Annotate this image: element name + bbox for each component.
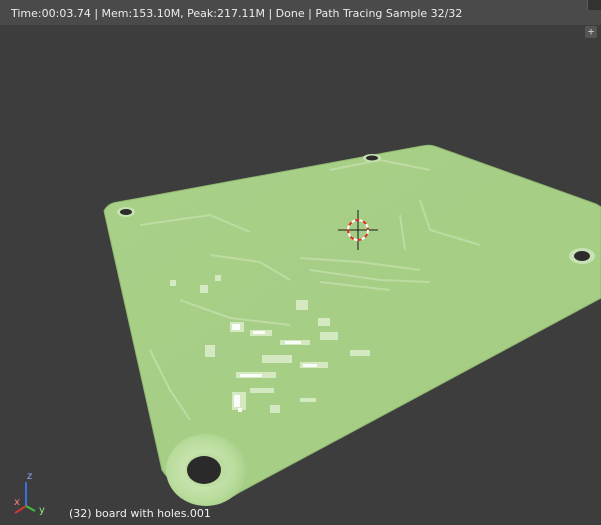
active-object-label: (32) board with holes.001 bbox=[69, 507, 211, 520]
axis-gizmo-icon: z x y bbox=[14, 471, 45, 516]
3d-viewport[interactable]: Time:00:03.74 | Mem:153.10M, Peak:217.11… bbox=[0, 0, 601, 525]
render-scene bbox=[103, 144, 601, 506]
mounting-hole-top-left bbox=[117, 207, 135, 217]
mounting-hole-right bbox=[569, 248, 595, 264]
render-status-bar: Time:00:03.74 | Mem:153.10M, Peak:217.11… bbox=[0, 0, 601, 25]
axis-y-label: y bbox=[39, 505, 45, 516]
mounting-hole-bottom-left bbox=[166, 434, 246, 506]
plus-icon[interactable]: + bbox=[585, 26, 597, 38]
axis-x-label: x bbox=[14, 497, 20, 508]
header-edge bbox=[587, 0, 601, 10]
axis-z-label: z bbox=[27, 471, 32, 482]
mounting-hole-top bbox=[363, 154, 381, 162]
render-status-text: Time:00:03.74 | Mem:153.10M, Peak:217.11… bbox=[11, 7, 463, 20]
